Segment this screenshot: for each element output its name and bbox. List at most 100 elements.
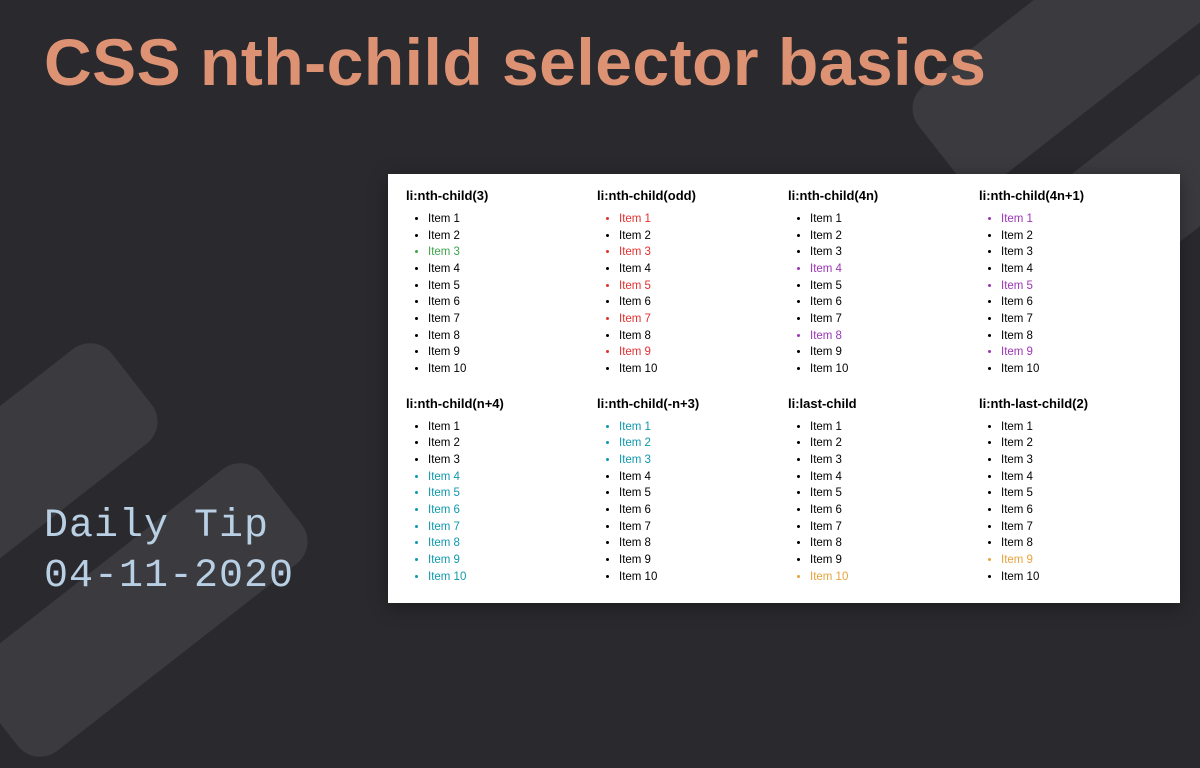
item-list: Item 1Item 2Item 3Item 4Item 5Item 6Item… (979, 419, 1162, 586)
list-item: Item 4 (1001, 469, 1162, 486)
list-item: Item 2 (428, 228, 589, 245)
list-item: Item 5 (1001, 278, 1162, 295)
list-item: Item 2 (810, 435, 971, 452)
list-item: Item 3 (810, 244, 971, 261)
list-item: Item 9 (1001, 344, 1162, 361)
list-item: Item 6 (1001, 502, 1162, 519)
list-item: Item 7 (619, 519, 780, 536)
list-item: Item 10 (619, 361, 780, 378)
list-item: Item 10 (810, 361, 971, 378)
list-item: Item 4 (428, 261, 589, 278)
list-item: Item 10 (1001, 569, 1162, 586)
list-item: Item 5 (1001, 485, 1162, 502)
list-item: Item 1 (1001, 211, 1162, 228)
list-item: Item 10 (810, 569, 971, 586)
list-item: Item 5 (619, 278, 780, 295)
column-heading: li:nth-child(odd) (597, 188, 780, 203)
list-item: Item 7 (619, 311, 780, 328)
list-item: Item 9 (428, 552, 589, 569)
list-item: Item 10 (1001, 361, 1162, 378)
list-item: Item 5 (428, 278, 589, 295)
list-item: Item 8 (428, 328, 589, 345)
list-item: Item 1 (810, 419, 971, 436)
list-item: Item 9 (1001, 552, 1162, 569)
column-heading: li:nth-last-child(2) (979, 396, 1162, 411)
list-item: Item 9 (619, 344, 780, 361)
list-item: Item 7 (1001, 311, 1162, 328)
list-item: Item 2 (428, 435, 589, 452)
item-list: Item 1Item 2Item 3Item 4Item 5Item 6Item… (597, 419, 780, 586)
list-item: Item 4 (428, 469, 589, 486)
column-heading: li:nth-child(4n+1) (979, 188, 1162, 203)
list-item: Item 1 (1001, 419, 1162, 436)
list-item: Item 8 (619, 535, 780, 552)
column-heading: li:nth-child(4n) (788, 188, 971, 203)
example-column: li:nth-child(n+4)Item 1Item 2Item 3Item … (406, 396, 589, 586)
list-item: Item 2 (619, 228, 780, 245)
list-item: Item 1 (428, 211, 589, 228)
list-item: Item 3 (428, 244, 589, 261)
page-title: CSS nth-child selector basics (44, 26, 986, 100)
example-column: li:nth-child(3)Item 1Item 2Item 3Item 4I… (406, 188, 589, 378)
list-item: Item 4 (619, 469, 780, 486)
list-item: Item 6 (428, 502, 589, 519)
column-heading: li:nth-child(n+4) (406, 396, 589, 411)
example-column: li:nth-child(odd)Item 1Item 2Item 3Item … (597, 188, 780, 378)
list-item: Item 9 (619, 552, 780, 569)
list-item: Item 6 (619, 502, 780, 519)
list-item: Item 1 (619, 419, 780, 436)
list-item: Item 2 (810, 228, 971, 245)
list-item: Item 2 (619, 435, 780, 452)
list-item: Item 2 (1001, 435, 1162, 452)
list-item: Item 7 (428, 519, 589, 536)
example-card: li:nth-child(3)Item 1Item 2Item 3Item 4I… (388, 174, 1180, 603)
list-item: Item 5 (810, 278, 971, 295)
list-item: Item 6 (428, 294, 589, 311)
list-item: Item 8 (1001, 328, 1162, 345)
list-item: Item 5 (619, 485, 780, 502)
list-item: Item 4 (810, 469, 971, 486)
example-column: li:nth-child(4n+1)Item 1Item 2Item 3Item… (979, 188, 1162, 378)
list-item: Item 3 (810, 452, 971, 469)
list-item: Item 6 (810, 502, 971, 519)
example-column: li:nth-last-child(2)Item 1Item 2Item 3It… (979, 396, 1162, 586)
list-item: Item 7 (1001, 519, 1162, 536)
list-item: Item 9 (810, 344, 971, 361)
list-item: Item 10 (428, 569, 589, 586)
list-item: Item 6 (1001, 294, 1162, 311)
item-list: Item 1Item 2Item 3Item 4Item 5Item 6Item… (788, 419, 971, 586)
footer-date: 04-11-2020 (44, 552, 294, 602)
list-item: Item 7 (810, 519, 971, 536)
list-item: Item 3 (619, 452, 780, 469)
list-item: Item 3 (1001, 452, 1162, 469)
list-item: Item 9 (810, 552, 971, 569)
list-item: Item 3 (1001, 244, 1162, 261)
list-item: Item 8 (428, 535, 589, 552)
list-item: Item 7 (810, 311, 971, 328)
column-heading: li:last-child (788, 396, 971, 411)
list-item: Item 6 (619, 294, 780, 311)
example-column: li:nth-child(-n+3)Item 1Item 2Item 3Item… (597, 396, 780, 586)
example-column: li:last-childItem 1Item 2Item 3Item 4Ite… (788, 396, 971, 586)
list-item: Item 8 (619, 328, 780, 345)
item-list: Item 1Item 2Item 3Item 4Item 5Item 6Item… (788, 211, 971, 378)
list-item: Item 8 (1001, 535, 1162, 552)
item-list: Item 1Item 2Item 3Item 4Item 5Item 6Item… (406, 211, 589, 378)
list-item: Item 9 (428, 344, 589, 361)
list-item: Item 7 (428, 311, 589, 328)
list-item: Item 5 (810, 485, 971, 502)
column-heading: li:nth-child(3) (406, 188, 589, 203)
list-item: Item 3 (428, 452, 589, 469)
list-item: Item 10 (619, 569, 780, 586)
list-item: Item 1 (428, 419, 589, 436)
list-item: Item 5 (428, 485, 589, 502)
list-item: Item 3 (619, 244, 780, 261)
column-heading: li:nth-child(-n+3) (597, 396, 780, 411)
item-list: Item 1Item 2Item 3Item 4Item 5Item 6Item… (406, 419, 589, 586)
list-item: Item 4 (1001, 261, 1162, 278)
footer: Daily Tip 04-11-2020 (44, 502, 294, 602)
list-item: Item 8 (810, 535, 971, 552)
footer-label: Daily Tip (44, 502, 294, 552)
list-item: Item 2 (1001, 228, 1162, 245)
list-item: Item 1 (810, 211, 971, 228)
